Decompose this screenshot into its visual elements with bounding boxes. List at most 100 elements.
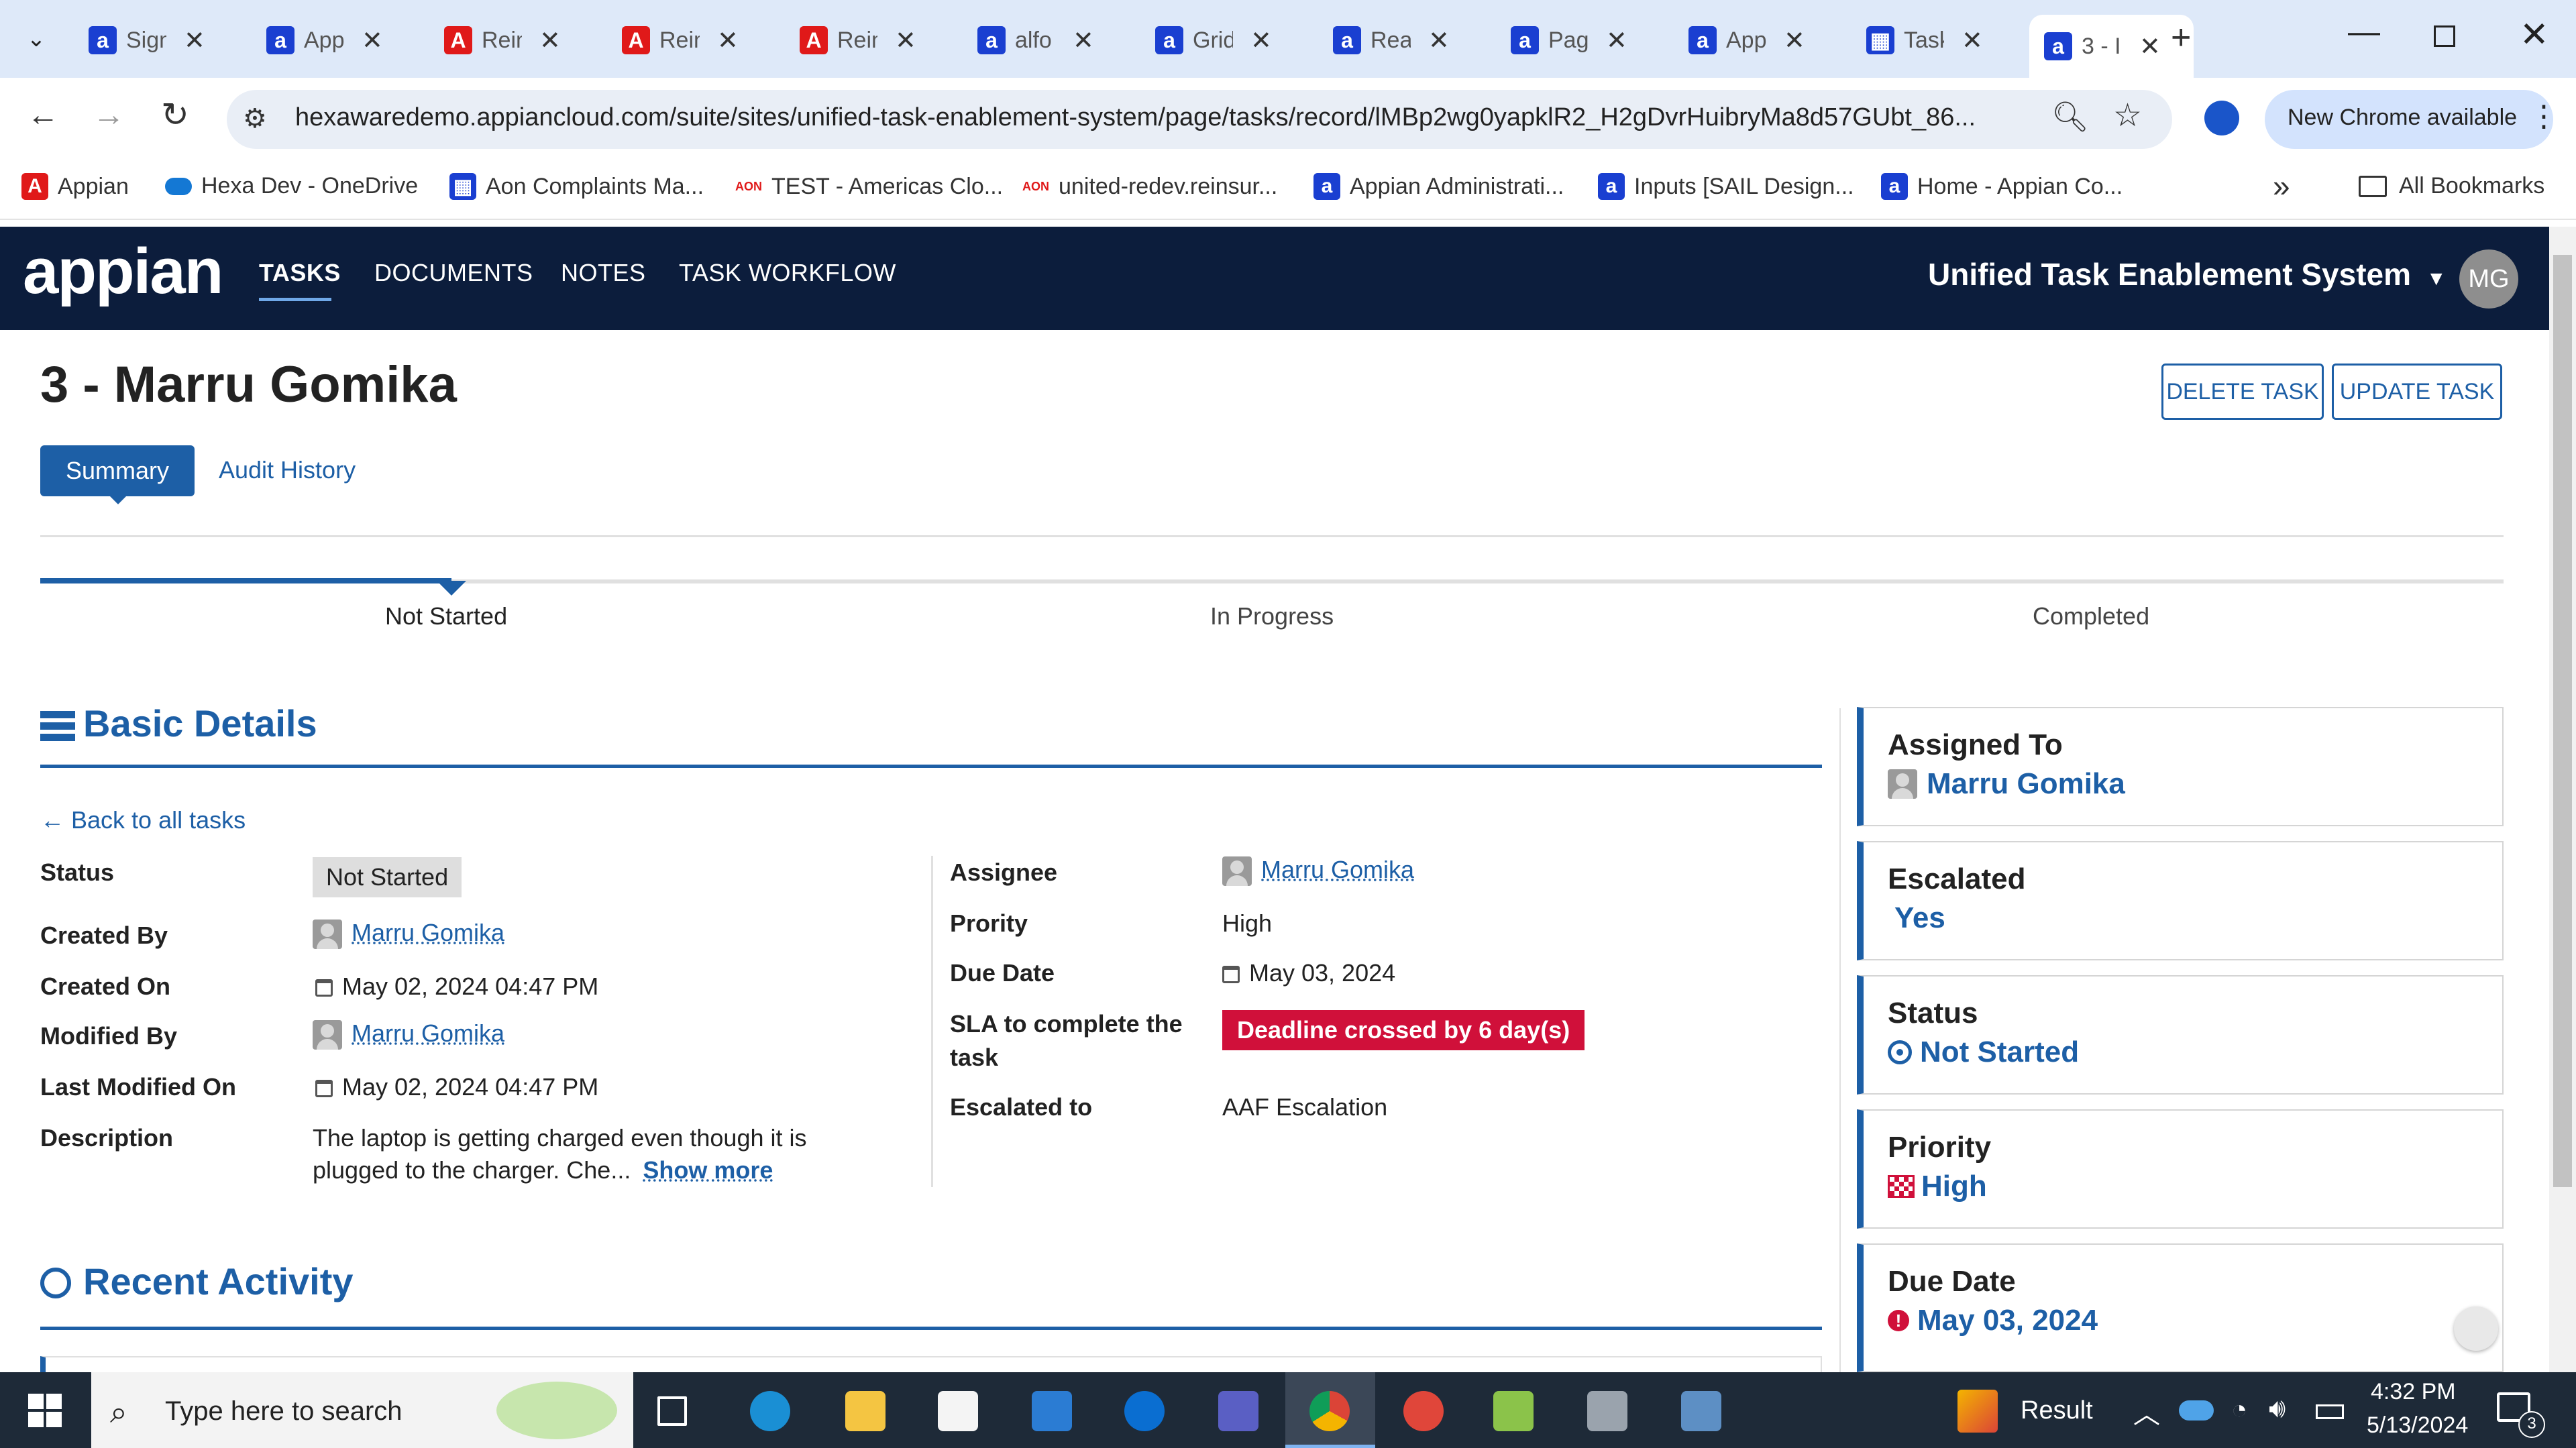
user-avatar[interactable]: MG	[2459, 249, 2518, 309]
browser-tab[interactable]: a alfo ✕	[963, 15, 1127, 66]
back-icon[interactable]: ←	[27, 97, 59, 133]
site-switcher[interactable]: Unified Task Enablement System ▼	[1928, 256, 2447, 292]
close-tab-icon[interactable]: ✕	[1784, 25, 1805, 56]
reload-icon[interactable]: ↻	[161, 95, 189, 134]
zoom-icon[interactable]: 🔍︎	[2051, 99, 2089, 134]
bookmark-item[interactable]: AON TEST - Americas Clo...	[735, 173, 1003, 200]
browser-tab[interactable]: a Rea ✕	[1318, 15, 1483, 66]
browser-tab[interactable]: a 3 - I ✕	[2029, 15, 2194, 78]
cloud-icon	[165, 177, 192, 195]
notepad-icon[interactable]	[1493, 1391, 1534, 1431]
close-tab-icon[interactable]: ✕	[1073, 25, 1094, 56]
forward-icon[interactable]: →	[93, 97, 125, 133]
update-task-button[interactable]: UPDATE TASK	[2332, 364, 2502, 420]
edge-icon[interactable]	[750, 1391, 790, 1431]
card-title: Priority	[1888, 1131, 1992, 1164]
teams-icon[interactable]	[1218, 1391, 1258, 1431]
alert-icon: !	[1888, 1310, 1909, 1331]
card-value[interactable]: Marru Gomika	[1888, 767, 2125, 801]
tab-search-button[interactable]: ⌄	[15, 20, 58, 58]
restore-button[interactable]	[2434, 25, 2455, 47]
result-label[interactable]: Result	[2021, 1396, 2093, 1425]
browser-tab[interactable]: a Sign ✕	[74, 15, 238, 66]
delete-task-button[interactable]: DELETE TASK	[2161, 364, 2324, 420]
close-tab-icon[interactable]: ✕	[717, 25, 739, 56]
browser-tab[interactable]: a App ✕	[1674, 15, 1838, 66]
tab-summary[interactable]: Summary	[40, 445, 195, 496]
tab-audit-history[interactable]: Audit History	[219, 456, 356, 484]
escalated-value: Yes	[1894, 901, 1945, 934]
bookmarks-overflow-icon[interactable]: »	[2273, 168, 2290, 204]
browser-tab[interactable]: a App ✕	[252, 15, 416, 66]
nav-tasks[interactable]: TASKS	[259, 259, 341, 287]
close-tab-icon[interactable]: ✕	[895, 25, 916, 56]
close-tab-icon[interactable]: ✕	[1606, 25, 1627, 56]
list-icon	[40, 711, 75, 742]
nav-documents[interactable]: DOCUMENTS	[374, 259, 533, 287]
profile-icon[interactable]	[2204, 101, 2239, 135]
feedback-icon[interactable]	[2454, 1306, 2498, 1351]
assigned-to-value[interactable]: Marru Gomika	[1927, 767, 2125, 801]
chrome-icon[interactable]	[1309, 1391, 1350, 1431]
modified-by-link[interactable]: Marru Gomika	[352, 1019, 504, 1047]
back-to-tasks-link[interactable]: ← Back to all tasks	[40, 806, 246, 834]
created-by-value[interactable]: Marru Gomika	[313, 919, 504, 950]
network-app-icon[interactable]	[1681, 1391, 1721, 1431]
windows-start-icon[interactable]	[28, 1394, 62, 1427]
appian-icon: a	[1511, 26, 1539, 54]
close-tab-icon[interactable]: ✕	[1962, 25, 1983, 56]
close-tab-icon[interactable]: ✕	[539, 25, 561, 56]
onedrive-icon[interactable]	[2179, 1400, 2214, 1421]
browser-tab[interactable]: ▦ Task ✕	[1851, 15, 2016, 66]
close-tab-icon[interactable]: ✕	[184, 25, 205, 56]
wifi-icon[interactable]: ◔	[2231, 1395, 2247, 1425]
minimize-button[interactable]: —	[2348, 13, 2380, 50]
browser-tab[interactable]: A Rein ✕	[785, 15, 949, 66]
menu-icon[interactable]: ⋮	[2529, 99, 2559, 133]
webex-icon[interactable]	[1124, 1391, 1165, 1431]
assignee-link[interactable]: Marru Gomika	[1261, 856, 1414, 883]
task-view-icon[interactable]	[657, 1396, 687, 1426]
close-window-button[interactable]: ✕	[2520, 15, 2549, 55]
tray-chevron-icon[interactable]: ︿	[2133, 1392, 2160, 1431]
bookmark-item[interactable]: a Inputs [SAIL Design...	[1598, 173, 1854, 200]
new-tab-button[interactable]: +	[2171, 17, 2191, 58]
bookmark-item[interactable]: Hexa Dev - OneDrive	[165, 173, 418, 199]
clock-time[interactable]: 4:32 PM	[2371, 1379, 2456, 1405]
file-explorer-icon[interactable]	[845, 1391, 885, 1431]
close-tab-icon[interactable]: ✕	[1428, 25, 1450, 56]
bookmark-item[interactable]: AON united-redev.reinsur...	[1022, 173, 1277, 200]
mail-icon[interactable]	[1032, 1391, 1072, 1431]
scrollbar-thumb[interactable]	[2553, 255, 2572, 1187]
search-icon: ⌕	[110, 1394, 127, 1429]
browser-tab[interactable]: a Grid ✕	[1140, 15, 1305, 66]
browser-tab[interactable]: A Rein ✕	[429, 15, 594, 66]
browser-tab[interactable]: A Rein ✕	[607, 15, 771, 66]
show-more-link[interactable]: Show more	[643, 1156, 773, 1184]
close-tab-icon[interactable]: ✕	[2139, 32, 2161, 62]
browser-tab[interactable]: a Pag ✕	[1496, 15, 1660, 66]
battery-icon[interactable]	[2316, 1404, 2344, 1419]
bookmark-item[interactable]: a Home - Appian Co...	[1881, 173, 2123, 200]
nav-notes[interactable]: NOTES	[561, 259, 646, 287]
bookmark-item[interactable]: ▦ Aon Complaints Ma...	[449, 173, 704, 200]
result-app-icon[interactable]	[1957, 1390, 1998, 1433]
app-red-icon[interactable]	[1403, 1391, 1444, 1431]
bookmark-item[interactable]: a Appian Administrati...	[1313, 173, 1564, 200]
nav-task-workflow[interactable]: TASK WORKFLOW	[679, 259, 896, 287]
close-tab-icon[interactable]: ✕	[1250, 25, 1272, 56]
url-text[interactable]: hexawaredemo.appiancloud.com/suite/sites…	[295, 103, 1976, 132]
assignee-value[interactable]: Marru Gomika	[1222, 856, 1414, 887]
volume-icon[interactable]: 🔊︎	[2269, 1394, 2286, 1424]
bookmark-item[interactable]: A Appian	[21, 173, 129, 200]
appian-logo[interactable]: appian	[23, 235, 223, 309]
bookmark-star-icon[interactable]: ☆	[2113, 97, 2142, 134]
all-bookmarks-button[interactable]: All Bookmarks	[2359, 173, 2544, 199]
clock-date[interactable]: 5/13/2024	[2367, 1412, 2468, 1439]
store-icon[interactable]	[938, 1391, 978, 1431]
modified-by-value[interactable]: Marru Gomika	[313, 1019, 504, 1050]
close-tab-icon[interactable]: ✕	[362, 25, 383, 56]
site-info-icon[interactable]: ⚙	[243, 103, 267, 134]
camera-icon[interactable]	[1587, 1391, 1627, 1431]
created-by-link[interactable]: Marru Gomika	[352, 919, 504, 946]
